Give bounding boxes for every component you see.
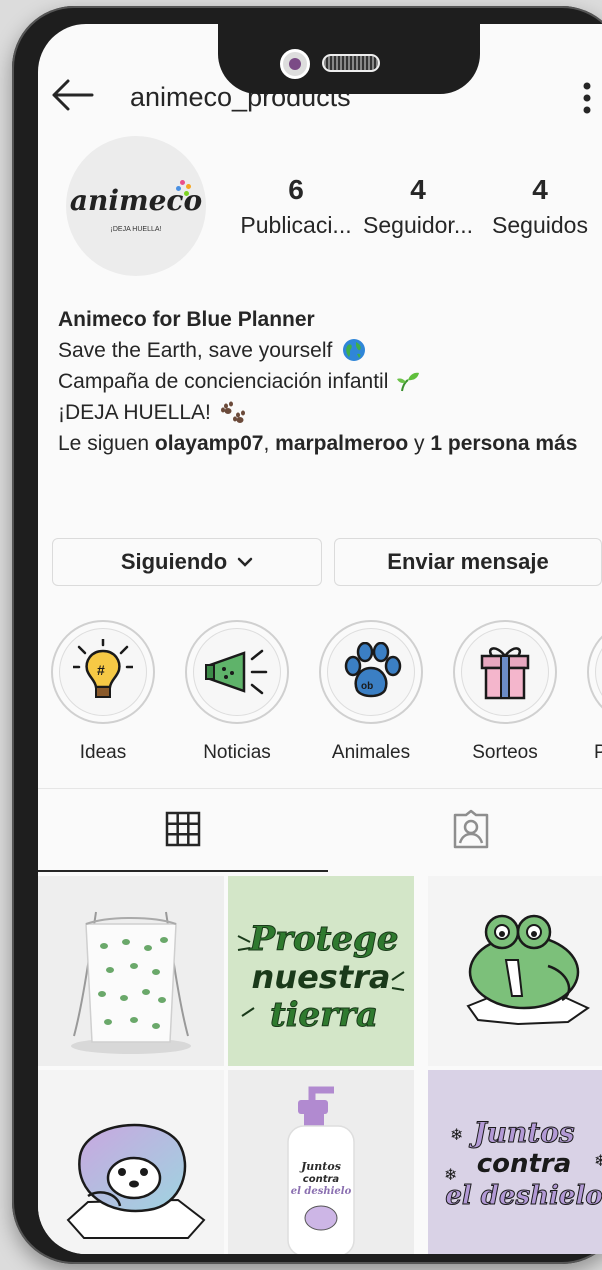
bottle-text-line: contra (303, 1174, 340, 1185)
tab-tagged[interactable] (328, 794, 602, 864)
chevron-down-icon (237, 557, 253, 567)
svg-text:❄: ❄ (594, 1151, 602, 1170)
highlight-animals-label: Animales (331, 742, 411, 763)
protect-earth-poster: Protege nuestra tierra (237, 919, 405, 1036)
post-thumbnail[interactable]: Juntos contra el deshielo ❄ ❄ ❄ (428, 1070, 602, 1254)
highlight-ideas-label: Ideas (79, 742, 127, 763)
gift-icon (480, 647, 530, 700)
highlight-news-label: Noticias (203, 742, 271, 763)
highlight-animals[interactable]: ob Animales (318, 620, 424, 764)
send-message-button[interactable]: Enviar mensaje (334, 538, 602, 586)
highlight-partial-label: Pr (594, 742, 602, 763)
active-tab-indicator (38, 870, 328, 872)
bottle-text-line: el deshielo (291, 1186, 352, 1197)
stat-following[interactable]: 4 Seguidos (486, 174, 594, 239)
following-button-label: Siguiendo (120, 549, 228, 574)
highlight-ideas[interactable]: # Ideas (50, 620, 156, 764)
post-thumbnail[interactable] (428, 876, 602, 1066)
paw-icon: ob (344, 642, 402, 698)
follower-link-1[interactable]: olayamp07 (155, 432, 264, 455)
bio-line: ¡DEJA HUELLA! (58, 397, 578, 428)
send-message-label: Enviar mensaje (387, 549, 549, 574)
follower-link-2[interactable]: marpalmeroo (275, 432, 408, 455)
lightbulb-icon: # (73, 639, 133, 698)
profile-avatar[interactable]: animeco ¡DEJA HUELLA! (66, 136, 206, 276)
highlight-giveaways-label: Sorteos (472, 742, 538, 763)
highlight-news[interactable]: Noticias (184, 620, 290, 764)
together-against-thaw-poster: Juntos contra el deshielo ❄ ❄ ❄ (444, 1116, 602, 1212)
section-divider (38, 788, 602, 789)
highlight-giveaways[interactable]: Sorteos (452, 620, 558, 764)
stat-posts-label: Publicaci... (240, 212, 352, 238)
profile-bio: Animeco for Blue Planner Save the Earth,… (58, 304, 578, 459)
post-thumbnail[interactable]: Protege nuestra tierra (228, 876, 414, 1066)
followed-by-and: y (414, 432, 425, 455)
following-button[interactable]: Siguiendo (52, 538, 322, 586)
earpiece-speaker (322, 54, 380, 72)
bio-line-3: ¡DEJA HUELLA! (58, 401, 211, 424)
poster-text-line: contra (477, 1149, 572, 1179)
bottle-text-line: Juntos (299, 1160, 341, 1173)
tagged-person-icon (453, 809, 489, 849)
profile-display-name: Animeco for Blue Planner (58, 308, 315, 331)
polar-bear-image (66, 1123, 206, 1239)
avatar-logo: animeco (69, 184, 203, 217)
bio-line: Save the Earth, save yourself (58, 335, 578, 366)
phone-frame: animeco_products animeco ¡DEJA HUELLA! 6… (12, 6, 602, 1264)
grid-icon (165, 811, 201, 847)
svg-text:#: # (97, 662, 105, 678)
paw-prints-icon (220, 401, 245, 423)
svg-text:❄: ❄ (444, 1165, 457, 1184)
svg-text:ob: ob (361, 681, 373, 692)
more-options-icon[interactable] (580, 80, 594, 116)
stat-posts-value: 6 (288, 174, 304, 205)
megaphone-icon (205, 649, 268, 695)
bio-line: Campaña de concienciación infantil (58, 366, 578, 397)
globe-icon (343, 339, 366, 361)
svg-text:❄: ❄ (450, 1125, 463, 1144)
poster-text-line: el deshielo (445, 1181, 602, 1211)
poster-text-line: Protege (249, 919, 399, 959)
stat-following-value: 4 (532, 174, 548, 205)
drawstring-bag-image (71, 911, 191, 1054)
poster-text-line: Juntos (468, 1116, 575, 1149)
post-thumbnail[interactable] (38, 1070, 224, 1254)
stat-followers-value: 4 (410, 174, 426, 205)
partial-highlight-icon (595, 628, 602, 716)
bio-line-1: Save the Earth, save yourself (58, 339, 333, 362)
stat-posts[interactable]: 6 Publicaci... (238, 174, 354, 239)
post-thumbnail[interactable]: Juntos contra el deshielo (228, 1070, 414, 1254)
screen: animeco_products animeco ¡DEJA HUELLA! 6… (38, 24, 602, 1254)
sad-frog-image (466, 914, 590, 1026)
followed-by-more-link[interactable]: 1 persona más (430, 432, 577, 455)
seedling-icon (397, 372, 420, 392)
avatar-tagline: ¡DEJA HUELLA! (110, 226, 162, 233)
bio-line-2: Campaña de concienciación infantil (58, 370, 389, 393)
stat-following-label: Seguidos (492, 212, 588, 238)
tab-grid[interactable] (38, 794, 328, 864)
soap-bottle-image: Juntos contra el deshielo (287, 1086, 355, 1254)
stat-followers[interactable]: 4 Seguidor... (360, 174, 476, 239)
poster-text-line: nuestra (252, 958, 391, 996)
post-thumbnail[interactable] (38, 876, 224, 1066)
highlight-partial[interactable]: Pr (586, 620, 602, 764)
followed-by-prefix: Le siguen (58, 432, 150, 455)
front-camera (280, 49, 310, 79)
back-arrow-icon[interactable] (50, 78, 94, 112)
stat-followers-label: Seguidor... (363, 212, 473, 238)
poster-text-line: tierra (270, 995, 378, 1035)
followed-by[interactable]: Le siguen olayamp07, marpalmeroo y 1 per… (58, 428, 578, 459)
